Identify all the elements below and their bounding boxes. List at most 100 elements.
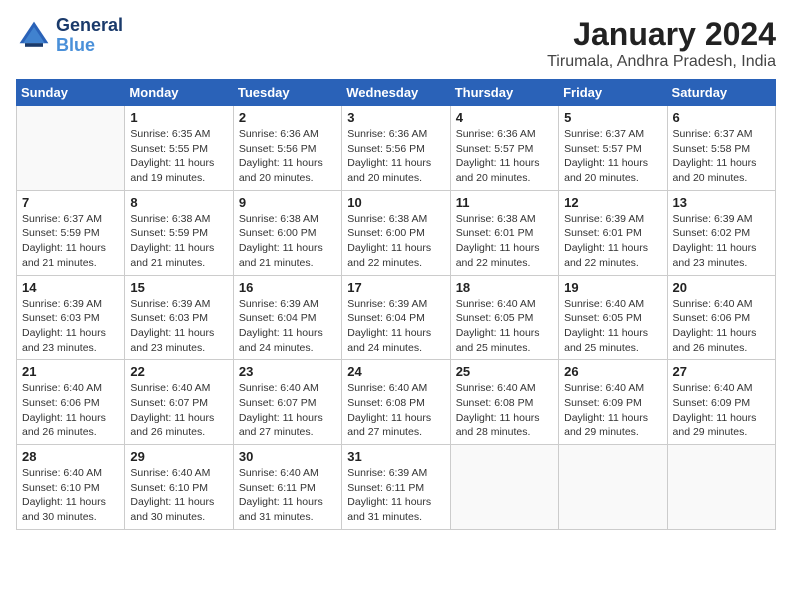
day-info: Sunrise: 6:39 AMSunset: 6:03 PMDaylight:…	[130, 297, 227, 356]
day-number: 7	[22, 195, 119, 210]
day-number: 1	[130, 110, 227, 125]
day-info: Sunrise: 6:40 AMSunset: 6:07 PMDaylight:…	[130, 381, 227, 440]
day-info: Sunrise: 6:40 AMSunset: 6:10 PMDaylight:…	[22, 466, 119, 525]
calendar-week-row: 1 Sunrise: 6:35 AMSunset: 5:55 PMDaylight…	[17, 106, 776, 191]
day-number: 5	[564, 110, 661, 125]
calendar-cell: 20 Sunrise: 6:40 AMSunset: 6:06 PMDayligh…	[667, 275, 775, 360]
day-info: Sunrise: 6:39 AMSunset: 6:04 PMDaylight:…	[347, 297, 444, 356]
calendar-cell: 30Sunrise: 6:40 AMSunset: 6:11 PMDayligh…	[233, 445, 341, 530]
day-number: 24	[347, 364, 444, 379]
calendar-week-row: 28 Sunrise: 6:40 AMSunset: 6:10 PMDayligh…	[17, 445, 776, 530]
calendar-header-row: SundayMondayTuesdayWednesdayThursdayFrid…	[17, 80, 776, 106]
day-number: 15	[130, 280, 227, 295]
calendar-cell: 26 Sunrise: 6:40 AMSunset: 6:09 PMDayligh…	[559, 360, 667, 445]
calendar-cell	[559, 445, 667, 530]
day-info: Sunrise: 6:40 AMSunset: 6:09 PMDaylight:…	[564, 381, 661, 440]
day-info: Sunrise: 6:39 AMSunset: 6:01 PMDaylight:…	[564, 212, 661, 271]
subtitle: Tirumala, Andhra Pradesh, India	[547, 53, 776, 71]
main-title: January 2024	[547, 16, 776, 53]
day-info: Sunrise: 6:36 AMSunset: 5:56 PMDaylight:…	[347, 127, 444, 186]
calendar-week-row: 7 Sunrise: 6:37 AMSunset: 5:59 PMDaylight…	[17, 190, 776, 275]
calendar-cell: 22 Sunrise: 6:40 AMSunset: 6:07 PMDayligh…	[125, 360, 233, 445]
day-info: Sunrise: 6:38 AMSunset: 6:00 PMDaylight:…	[239, 212, 336, 271]
calendar-header-wednesday: Wednesday	[342, 80, 450, 106]
calendar-cell: 23 Sunrise: 6:40 AMSunset: 6:07 PMDayligh…	[233, 360, 341, 445]
day-number: 6	[673, 110, 770, 125]
day-number: 11	[456, 195, 553, 210]
calendar-header-thursday: Thursday	[450, 80, 558, 106]
day-info: Sunrise: 6:40 AMSunset: 6:06 PMDaylight:…	[673, 297, 770, 356]
calendar-cell: 14 Sunrise: 6:39 AMSunset: 6:03 PMDayligh…	[17, 275, 125, 360]
calendar-cell: 16 Sunrise: 6:39 AMSunset: 6:04 PMDayligh…	[233, 275, 341, 360]
calendar-cell: 31Sunrise: 6:39 AMSunset: 6:11 PMDayligh…	[342, 445, 450, 530]
calendar-week-row: 14 Sunrise: 6:39 AMSunset: 6:03 PMDayligh…	[17, 275, 776, 360]
calendar-cell: 21 Sunrise: 6:40 AMSunset: 6:06 PMDayligh…	[17, 360, 125, 445]
day-number: 4	[456, 110, 553, 125]
day-info: Sunrise: 6:39 AMSunset: 6:02 PMDaylight:…	[673, 212, 770, 271]
day-number: 2	[239, 110, 336, 125]
calendar-cell: 17 Sunrise: 6:39 AMSunset: 6:04 PMDayligh…	[342, 275, 450, 360]
logo-text: General Blue	[56, 16, 123, 56]
day-info: Sunrise: 6:35 AMSunset: 5:55 PMDaylight:…	[130, 127, 227, 186]
day-number: 20	[673, 280, 770, 295]
day-number: 22	[130, 364, 227, 379]
calendar-header-monday: Monday	[125, 80, 233, 106]
day-number: 10	[347, 195, 444, 210]
page-header: General Blue January 2024 Tirumala, Andh…	[16, 16, 776, 71]
day-info: Sunrise: 6:38 AMSunset: 6:00 PMDaylight:…	[347, 212, 444, 271]
day-number: 13	[673, 195, 770, 210]
day-number: 28	[22, 449, 119, 464]
day-number: 30	[239, 449, 336, 464]
day-number: 29	[130, 449, 227, 464]
day-info: Sunrise: 6:40 AMSunset: 6:07 PMDaylight:…	[239, 381, 336, 440]
day-number: 25	[456, 364, 553, 379]
title-section: January 2024 Tirumala, Andhra Pradesh, I…	[547, 16, 776, 71]
calendar-cell: 29 Sunrise: 6:40 AMSunset: 6:10 PMDayligh…	[125, 445, 233, 530]
calendar-cell	[450, 445, 558, 530]
day-info: Sunrise: 6:40 AMSunset: 6:06 PMDaylight:…	[22, 381, 119, 440]
calendar-cell: 1 Sunrise: 6:35 AMSunset: 5:55 PMDaylight…	[125, 106, 233, 191]
day-info: Sunrise: 6:40 AMSunset: 6:08 PMDaylight:…	[456, 381, 553, 440]
calendar-cell	[17, 106, 125, 191]
calendar-cell: 24Sunrise: 6:40 AMSunset: 6:08 PMDayligh…	[342, 360, 450, 445]
day-number: 26	[564, 364, 661, 379]
calendar-cell: 19Sunrise: 6:40 AMSunset: 6:05 PMDayligh…	[559, 275, 667, 360]
calendar-cell: 3Sunrise: 6:36 AMSunset: 5:56 PMDaylight…	[342, 106, 450, 191]
day-info: Sunrise: 6:40 AMSunset: 6:10 PMDaylight:…	[130, 466, 227, 525]
calendar-table: SundayMondayTuesdayWednesdayThursdayFrid…	[16, 79, 776, 530]
day-info: Sunrise: 6:39 AMSunset: 6:04 PMDaylight:…	[239, 297, 336, 356]
calendar-cell: 10 Sunrise: 6:38 AMSunset: 6:00 PMDayligh…	[342, 190, 450, 275]
calendar-cell: 2Sunrise: 6:36 AMSunset: 5:56 PMDaylight…	[233, 106, 341, 191]
day-info: Sunrise: 6:37 AMSunset: 5:58 PMDaylight:…	[673, 127, 770, 186]
day-number: 23	[239, 364, 336, 379]
day-number: 31	[347, 449, 444, 464]
day-number: 17	[347, 280, 444, 295]
day-number: 14	[22, 280, 119, 295]
day-info: Sunrise: 6:37 AMSunset: 5:57 PMDaylight:…	[564, 127, 661, 186]
calendar-header-saturday: Saturday	[667, 80, 775, 106]
day-number: 12	[564, 195, 661, 210]
logo-icon	[16, 18, 52, 54]
calendar-cell: 13 Sunrise: 6:39 AMSunset: 6:02 PMDayligh…	[667, 190, 775, 275]
calendar-cell: 8Sunrise: 6:38 AMSunset: 5:59 PMDaylight…	[125, 190, 233, 275]
calendar-cell	[667, 445, 775, 530]
calendar-cell: 25 Sunrise: 6:40 AMSunset: 6:08 PMDayligh…	[450, 360, 558, 445]
calendar-cell: 18 Sunrise: 6:40 AMSunset: 6:05 PMDayligh…	[450, 275, 558, 360]
day-number: 16	[239, 280, 336, 295]
day-number: 18	[456, 280, 553, 295]
day-info: Sunrise: 6:37 AMSunset: 5:59 PMDaylight:…	[22, 212, 119, 271]
day-number: 9	[239, 195, 336, 210]
calendar-cell: 27Sunrise: 6:40 AMSunset: 6:09 PMDayligh…	[667, 360, 775, 445]
day-number: 21	[22, 364, 119, 379]
day-number: 27	[673, 364, 770, 379]
calendar-header-tuesday: Tuesday	[233, 80, 341, 106]
calendar-cell: 28 Sunrise: 6:40 AMSunset: 6:10 PMDayligh…	[17, 445, 125, 530]
calendar-cell: 5 Sunrise: 6:37 AMSunset: 5:57 PMDaylight…	[559, 106, 667, 191]
day-info: Sunrise: 6:40 AMSunset: 6:05 PMDaylight:…	[456, 297, 553, 356]
calendar-week-row: 21 Sunrise: 6:40 AMSunset: 6:06 PMDayligh…	[17, 360, 776, 445]
calendar-cell: 4Sunrise: 6:36 AMSunset: 5:57 PMDaylight…	[450, 106, 558, 191]
day-info: Sunrise: 6:39 AMSunset: 6:03 PMDaylight:…	[22, 297, 119, 356]
day-number: 8	[130, 195, 227, 210]
calendar-cell: 12 Sunrise: 6:39 AMSunset: 6:01 PMDayligh…	[559, 190, 667, 275]
calendar-cell: 15 Sunrise: 6:39 AMSunset: 6:03 PMDayligh…	[125, 275, 233, 360]
